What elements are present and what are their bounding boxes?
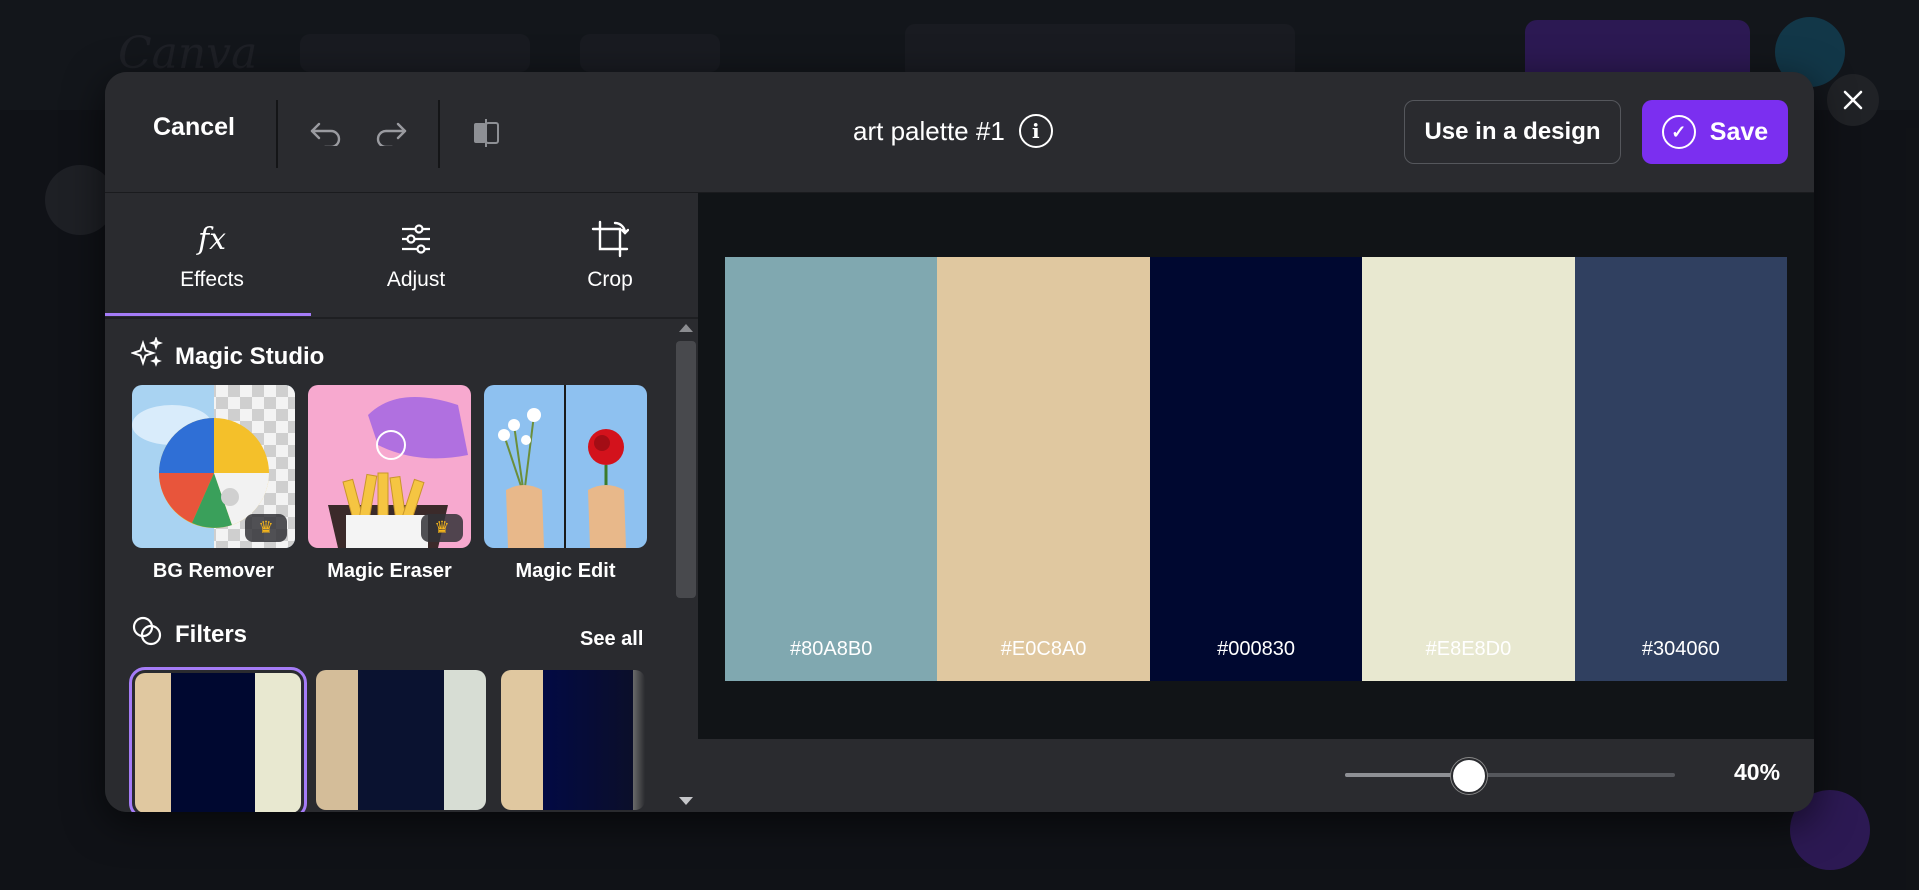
filter-thumbnail-original[interactable] — [129, 667, 307, 812]
chevron-right-icon[interactable] — [623, 807, 653, 812]
tab-adjust[interactable]: Adjust — [316, 193, 516, 315]
use-in-design-button[interactable]: Use in a design — [1404, 100, 1621, 164]
section-title: Filters — [175, 620, 248, 648]
swatch-hex-label: #E0C8A0 — [1000, 638, 1087, 660]
editor-header: Cancel art palette #1 i Use in a design … — [105, 72, 1814, 193]
sliders-icon — [399, 218, 433, 260]
color-swatch: #80A8B0 — [725, 257, 938, 681]
swatch-hex-label: #E8E8D0 — [1425, 638, 1512, 660]
tab-label: Effects — [180, 268, 244, 291]
zoom-slider[interactable] — [1345, 758, 1675, 794]
image-canvas[interactable]: #80A8B0 #E0C8A0 #000830 #E8E8D0 #304060 — [698, 193, 1814, 739]
premium-crown-icon: ♛ — [245, 514, 287, 542]
zoom-slider-thumb[interactable] — [1451, 758, 1487, 794]
undo-icon[interactable] — [307, 114, 345, 152]
tab-label: Crop — [587, 268, 633, 291]
save-button[interactable]: ✓ Save — [1642, 100, 1788, 164]
zoom-bar: 40% — [698, 739, 1814, 812]
see-all-link[interactable]: See all — [580, 628, 643, 651]
save-label: Save — [1709, 117, 1769, 146]
title-group: art palette #1 i — [853, 114, 1053, 148]
swatch-hex-label: #304060 — [1641, 638, 1720, 660]
bg-remover-tool[interactable]: ♛ BG Remover — [132, 385, 295, 583]
tool-label: BG Remover — [152, 560, 275, 582]
compare-icon[interactable] — [468, 114, 506, 152]
magic-studio-heading: Magic Studio — [129, 335, 325, 376]
color-palette-image: #80A8B0 #E0C8A0 #000830 #E8E8D0 #304060 — [725, 257, 1788, 681]
filters-icon — [131, 615, 163, 654]
color-swatch: #E8E8D0 — [1362, 257, 1575, 681]
bg-remover-thumbnail: ♛ — [132, 385, 295, 548]
crop-icon — [591, 218, 629, 260]
divider — [276, 100, 278, 168]
tab-crop[interactable]: Crop — [510, 193, 710, 315]
info-icon[interactable]: i — [1018, 114, 1053, 148]
check-icon: ✓ — [1661, 115, 1696, 149]
tab-label: Adjust — [386, 268, 446, 291]
tool-label: Magic Eraser — [327, 560, 452, 582]
swatch-hex-label: #80A8B0 — [790, 638, 873, 660]
redo-icon[interactable] — [372, 114, 410, 152]
scroll-down-arrow-icon[interactable] — [679, 797, 693, 805]
scrollbar-thumb[interactable] — [676, 341, 696, 598]
magic-eraser-thumbnail: ♛ — [308, 385, 471, 548]
fx-icon: fx — [197, 221, 227, 257]
edit-panel: fx Effects Adjust Crop Magic Studio ♛ BG… — [105, 193, 698, 812]
color-swatch: #E0C8A0 — [937, 257, 1150, 681]
cancel-button[interactable]: Cancel — [147, 112, 241, 143]
tool-label: Magic Edit — [515, 560, 616, 582]
color-swatch: #304060 — [1574, 257, 1788, 681]
photo-editor-modal: Cancel art palette #1 i Use in a design … — [105, 72, 1814, 812]
premium-crown-icon: ♛ — [421, 514, 463, 542]
filters-heading: Filters — [131, 615, 247, 654]
sparkle-icon — [129, 335, 164, 376]
zoom-slider-fill — [1345, 773, 1467, 777]
swatch-hex-label: #000830 — [1217, 638, 1295, 660]
close-icon[interactable] — [1827, 74, 1879, 126]
magic-eraser-tool[interactable]: ♛ Magic Eraser — [308, 385, 471, 583]
design-title[interactable]: art palette #1 — [853, 116, 1005, 147]
edit-tabs: fx Effects Adjust Crop — [105, 193, 698, 319]
section-title: Magic Studio — [175, 342, 325, 370]
color-swatch: #000830 — [1149, 257, 1363, 681]
active-tab-indicator — [105, 313, 311, 316]
panel-scroll-area[interactable]: Magic Studio ♛ BG Remover ♛ Magic Eraser… — [105, 319, 698, 812]
divider — [438, 100, 440, 168]
filter-thumbnail[interactable] — [501, 670, 645, 810]
scroll-up-arrow-icon[interactable] — [679, 324, 693, 332]
magic-edit-thumbnail — [484, 385, 647, 548]
zoom-percentage[interactable]: 40% — [1734, 759, 1780, 786]
filter-thumbnail[interactable] — [316, 670, 486, 810]
tab-effects[interactable]: fx Effects — [112, 193, 312, 315]
magic-edit-tool[interactable]: Magic Edit — [484, 385, 647, 583]
